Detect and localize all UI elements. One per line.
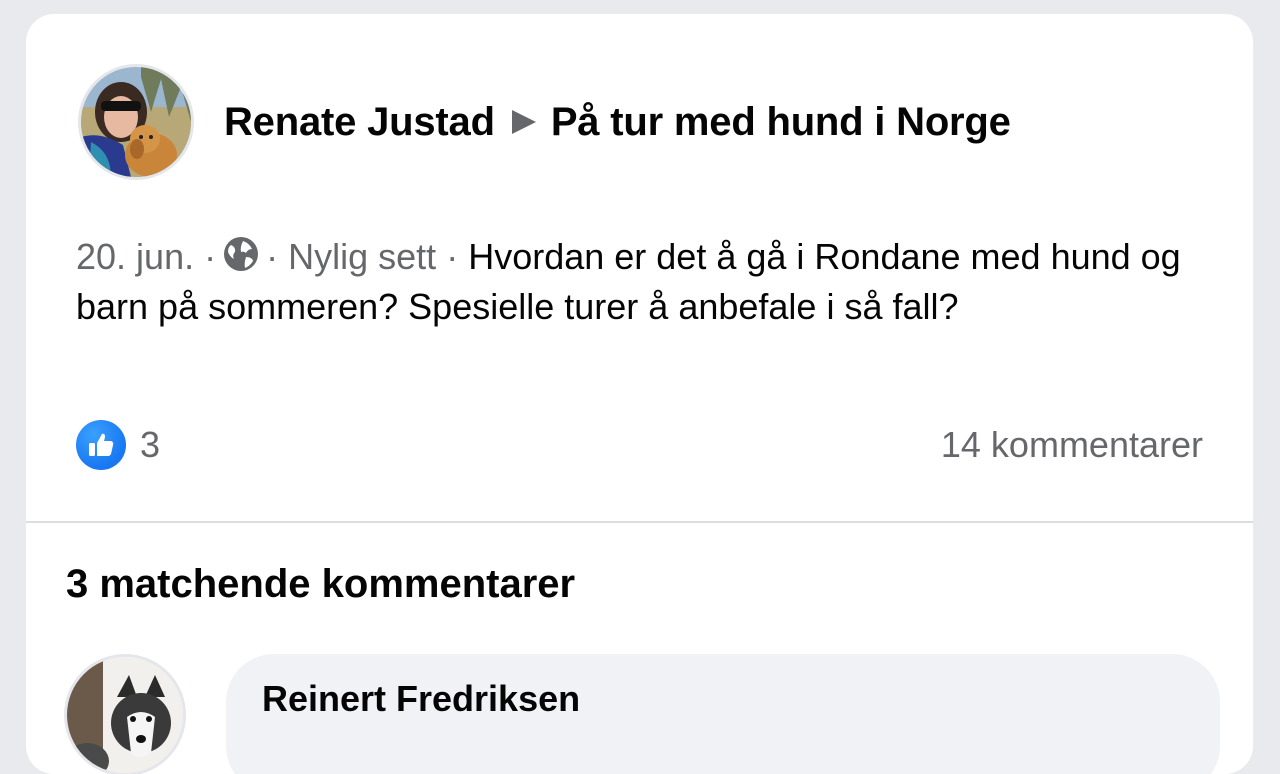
post-header: Renate Justad På tur med hund i Norge — [78, 64, 1011, 180]
meta-separator: · — [204, 236, 217, 277]
comment-item: Reinert Fredriksen — [64, 654, 1220, 774]
post-card: Renate Justad På tur med hund i Norge 20… — [26, 14, 1253, 774]
group-name[interactable]: På tur med hund i Norge — [551, 100, 1011, 145]
reactions-summary[interactable]: 3 — [76, 420, 160, 470]
meta-separator: · — [266, 236, 279, 277]
post-title: Renate Justad På tur med hund i Norge — [224, 100, 1011, 145]
post-date[interactable]: 20. jun. — [76, 236, 194, 277]
author-name[interactable]: Renate Justad — [224, 100, 495, 145]
meta-separator: · — [446, 236, 459, 277]
comment-count-link[interactable]: 14 kommentarer — [941, 424, 1203, 466]
divider — [26, 521, 1253, 523]
globe-icon — [222, 235, 260, 284]
commenter-avatar[interactable] — [64, 654, 186, 774]
post-body: 20. jun. · · Nylig sett · Hvordan er det… — [76, 234, 1186, 330]
matching-comments-heading: 3 matchende kommentarer — [66, 562, 576, 606]
author-avatar[interactable] — [78, 64, 194, 180]
like-icon — [76, 420, 126, 470]
like-count: 3 — [140, 424, 161, 465]
triangle-right-icon — [509, 107, 539, 137]
commenter-name[interactable]: Reinert Fredriksen — [262, 678, 1184, 720]
comment-bubble[interactable]: Reinert Fredriksen — [226, 654, 1220, 774]
seen-status: Nylig sett — [288, 236, 437, 277]
